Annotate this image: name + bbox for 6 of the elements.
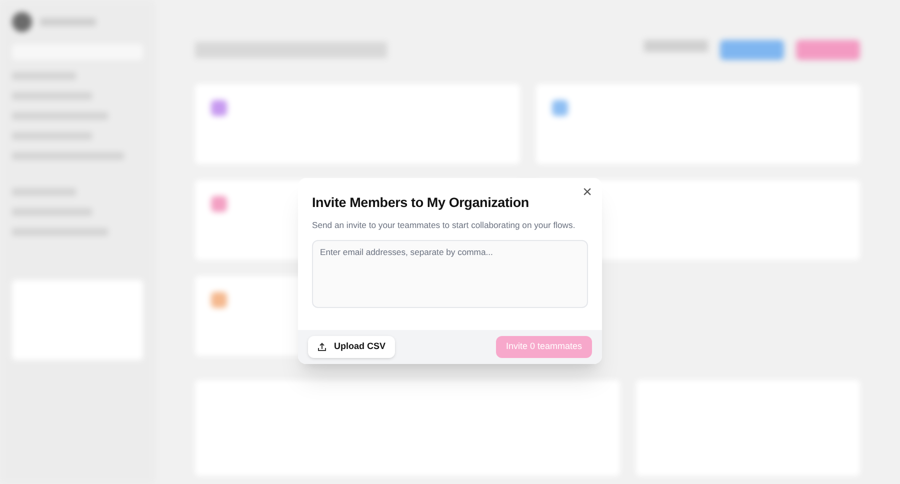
upload-icon bbox=[317, 342, 327, 352]
upload-csv-button[interactable]: Upload CSV bbox=[308, 336, 395, 358]
dialog-title: Invite Members to My Organization bbox=[312, 194, 530, 212]
close-button[interactable]: × bbox=[582, 185, 592, 201]
email-input-field[interactable]: Enter email addresses, separate by comma... bbox=[312, 240, 588, 308]
dialog-description: Send an invite to your teammates to start collaborating on your flows. bbox=[312, 219, 576, 232]
